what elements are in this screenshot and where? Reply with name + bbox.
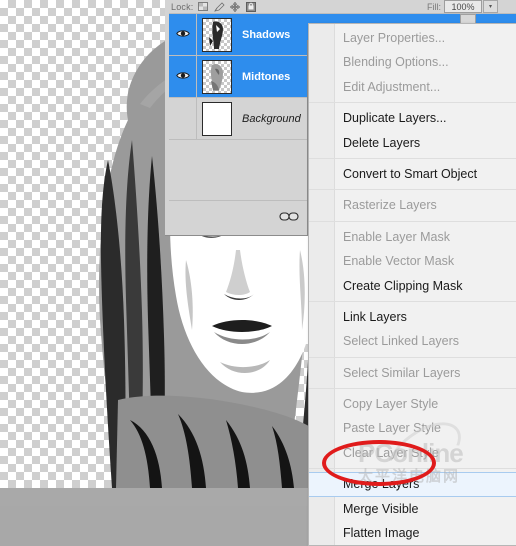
menu-item-link-layers[interactable]: Link Layers bbox=[309, 305, 516, 329]
layers-list[interactable]: Shadows Midtones Background bbox=[169, 14, 307, 140]
menu-separator bbox=[309, 356, 516, 358]
menu-item-paste-layer-style[interactable]: Paste Layer Style bbox=[309, 416, 516, 440]
fill-value-input[interactable]: 100% bbox=[444, 0, 482, 13]
menu-separator bbox=[309, 468, 516, 470]
menu-separator bbox=[309, 300, 516, 302]
lock-image-pixels-icon[interactable] bbox=[213, 1, 225, 12]
layer-context-menu[interactable]: Layer Properties... Blending Options... … bbox=[308, 23, 516, 546]
fill-label: Fill: bbox=[427, 1, 441, 12]
menu-item-merge-visible[interactable]: Merge Visible bbox=[309, 497, 516, 521]
menu-item-select-similar-layers[interactable]: Select Similar Layers bbox=[309, 361, 516, 385]
layer-name-midtones[interactable]: Midtones bbox=[242, 71, 290, 83]
eye-icon bbox=[175, 71, 190, 83]
menu-item-merge-layers[interactable]: Merge Layers bbox=[309, 472, 516, 497]
layer-thumbnail-shadows[interactable] bbox=[202, 17, 232, 52]
lock-position-icon[interactable] bbox=[230, 1, 241, 12]
layer-thumbnail-background[interactable] bbox=[202, 101, 232, 136]
chevron-down-icon[interactable]: ▾ bbox=[483, 0, 498, 13]
layer-name-shadows[interactable]: Shadows bbox=[242, 29, 290, 41]
menu-item-create-clipping-mask[interactable]: Create Clipping Mask bbox=[309, 274, 516, 298]
menu-item-flatten-image[interactable]: Flatten Image bbox=[309, 521, 516, 545]
menu-separator bbox=[309, 220, 516, 222]
lock-label: Lock: bbox=[171, 1, 194, 12]
layer-visibility-toggle-background[interactable] bbox=[169, 98, 197, 139]
menu-item-enable-layer-mask[interactable]: Enable Layer Mask bbox=[309, 225, 516, 249]
link-layers-icon[interactable] bbox=[276, 208, 302, 224]
menu-item-duplicate-layers[interactable]: Duplicate Layers... bbox=[309, 106, 516, 130]
menu-item-convert-to-smart-object[interactable]: Convert to Smart Object bbox=[309, 162, 516, 186]
layer-row-midtones[interactable]: Midtones bbox=[169, 56, 307, 98]
menu-item-layer-properties[interactable]: Layer Properties... bbox=[309, 26, 516, 50]
menu-item-rasterize-layers[interactable]: Rasterize Layers bbox=[309, 193, 516, 217]
layer-row-background[interactable]: Background bbox=[169, 98, 307, 140]
menu-item-delete-layers[interactable]: Delete Layers bbox=[309, 131, 516, 155]
layers-panel-divider bbox=[169, 200, 307, 201]
layer-row-shadows[interactable]: Shadows bbox=[169, 14, 307, 56]
layer-name-background[interactable]: Background bbox=[242, 113, 301, 125]
menu-separator bbox=[309, 189, 516, 191]
menu-item-clear-layer-style[interactable]: Clear Layer Style bbox=[309, 441, 516, 465]
menu-item-blending-options[interactable]: Blending Options... bbox=[309, 50, 516, 74]
menu-item-enable-vector-mask[interactable]: Enable Vector Mask bbox=[309, 249, 516, 273]
menu-separator bbox=[309, 102, 516, 104]
lock-all-icon[interactable] bbox=[246, 1, 257, 12]
layer-visibility-toggle-midtones[interactable] bbox=[169, 56, 197, 97]
eye-icon bbox=[175, 29, 190, 41]
menu-item-edit-adjustment[interactable]: Edit Adjustment... bbox=[309, 75, 516, 99]
lock-transparent-pixels-icon[interactable] bbox=[198, 2, 209, 12]
layer-thumbnail-midtones[interactable] bbox=[202, 59, 232, 94]
menu-separator bbox=[309, 388, 516, 390]
menu-item-select-linked-layers[interactable]: Select Linked Layers bbox=[309, 329, 516, 353]
layer-visibility-toggle-shadows[interactable] bbox=[169, 14, 197, 55]
menu-separator bbox=[309, 157, 516, 159]
layer-lock-toolbar[interactable]: Lock: Fill: 100% ▾ bbox=[169, 0, 516, 14]
menu-item-copy-layer-style[interactable]: Copy Layer Style bbox=[309, 392, 516, 416]
